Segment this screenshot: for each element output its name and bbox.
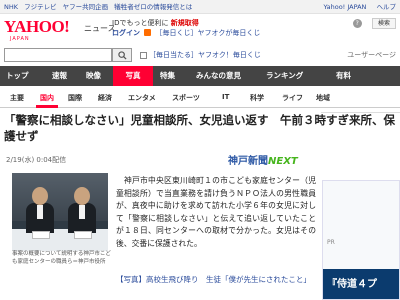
photo-head-right <box>74 187 90 205</box>
yahoo-japan-link[interactable]: Yahoo! JAPAN <box>324 3 367 11</box>
login-line: ログイン ［毎日くじ］ヤフオクが毎日くじ <box>112 28 260 38</box>
tab-domestic[interactable]: 国内 <box>40 93 54 103</box>
article-body: 神戸市中央区東川崎町１の市こども家庭センター（児童相談所）で当直業務を請け負うＮ… <box>116 176 316 248</box>
sidebar-ad[interactable]: PR 『侍道４プ <box>322 180 400 300</box>
yahoo-logo[interactable]: YAHOO! <box>4 18 70 35</box>
register-link[interactable]: 新規取得 <box>171 19 199 27</box>
id-promo-text: IDでもっと便利に <box>112 19 169 27</box>
photo-nameplate-left <box>32 231 50 239</box>
promo-link-text: ［毎日当たる］ヤフオク！毎日くじ <box>149 51 261 59</box>
header-search-button[interactable]: 検索 <box>372 18 396 29</box>
top-news-links: NHK フジテレビ ヤフー共同企画 犠牲者ゼロの情報発信とは <box>4 0 196 14</box>
tab-main[interactable]: 主要 <box>10 93 24 103</box>
active-tab-indicator <box>36 105 58 108</box>
logo-subtext: JAPAN <box>10 36 30 42</box>
id-promo: IDでもっと便利に 新規取得 ログイン ［毎日くじ］ヤフオクが毎日くじ <box>112 18 260 38</box>
login-link[interactable]: ログイン <box>112 29 140 37</box>
publisher-tag: NEXT <box>268 156 298 167</box>
article-headline: 「警察に相談しなさい」児童相談所、女児追い返す 午前３時すぎ来所、保護せず <box>4 113 395 143</box>
tab-local[interactable]: 地域 <box>316 93 330 103</box>
top-link-joint-project[interactable]: ヤフー共同企画 <box>63 3 109 11</box>
ad-banner[interactable]: 『侍道４プ <box>323 269 399 299</box>
photo-caption: 事案の概要について説明する神戸市こども家庭センターの職員ら＝神戸市役所 <box>12 251 111 265</box>
nav-item-opinions[interactable]: みんなの意見 <box>196 66 241 86</box>
nav-item-photos[interactable]: 写真 <box>113 66 153 86</box>
nav-item-top[interactable]: トップ <box>6 66 29 86</box>
user-page-link[interactable]: ユーザーページ <box>347 50 396 60</box>
nav-item-video[interactable]: 映像 <box>86 66 101 86</box>
nav-item-breaking[interactable]: 速報 <box>52 66 67 86</box>
search-button[interactable] <box>112 48 132 62</box>
main-nav: トップ 速報 映像 写真 特集 みんなの意見 ランキング 有料 <box>0 66 400 86</box>
search-icon <box>117 51 127 60</box>
daily-lottery-link[interactable]: ［毎日くじ］ヤフオクが毎日くじ <box>155 29 260 37</box>
top-right-links: Yahoo! JAPAN ヘルプ <box>316 0 396 14</box>
photo-shirt-right <box>79 205 85 219</box>
photo-head-left <box>32 187 48 205</box>
promo-link[interactable]: ［毎日当たる］ヤフオク！毎日くじ <box>140 50 261 60</box>
header: YAHOO! JAPAN ニュース IDでもっと便利に 新規取得 ログイン ［毎… <box>0 14 400 46</box>
nav-item-paid[interactable]: 有料 <box>336 66 351 86</box>
top-utility-bar: NHK フジテレビ ヤフー共同企画 犠牲者ゼロの情報発信とは Yahoo! JA… <box>0 0 400 14</box>
top-link-nhk[interactable]: NHK <box>4 3 18 11</box>
tab-entertainment[interactable]: エンタメ <box>128 93 156 103</box>
promo-icon <box>140 51 147 59</box>
header-tools: ? 検索 <box>352 18 396 29</box>
search-row: ［毎日当たる］ヤフオク！毎日くじ ユーザーページ <box>0 46 400 64</box>
tab-economy[interactable]: 経済 <box>98 93 112 103</box>
tab-life[interactable]: ライフ <box>282 93 303 103</box>
photo-shirt-left <box>37 205 43 219</box>
tab-international[interactable]: 国際 <box>68 93 82 103</box>
sidebar-divider <box>321 112 400 113</box>
top-link-feature[interactable]: 犠牲者ゼロの情報発信とは <box>114 3 192 11</box>
related-photo-link[interactable]: 【写真】高校生飛び降り 生徒「僕が先生にされたこと」 <box>116 274 316 285</box>
article-photo[interactable] <box>12 173 108 251</box>
tab-it[interactable]: IT <box>222 93 229 101</box>
help-icon[interactable]: ? <box>352 19 362 28</box>
pr-badge: PR <box>327 239 335 246</box>
publisher-name: 神戸新聞 <box>228 156 268 167</box>
category-subnav: 主要 国内 国際 経済 エンタメ スポーツ IT 科学 ライフ 地域 <box>0 86 400 108</box>
search-input[interactable] <box>4 48 112 62</box>
nav-item-ranking[interactable]: ランキング <box>266 66 303 86</box>
publisher-logo[interactable]: 神戸新聞NEXT <box>228 152 298 167</box>
tab-science[interactable]: 科学 <box>250 93 264 103</box>
gift-icon <box>144 29 152 36</box>
help-link[interactable]: ヘルプ <box>377 3 397 11</box>
section-label[interactable]: ニュース <box>84 23 116 34</box>
tab-sports[interactable]: スポーツ <box>172 93 200 103</box>
article-date: 2/19(水) 0:04配信 <box>6 156 67 164</box>
nav-item-features[interactable]: 特集 <box>160 66 175 86</box>
photo-nameplate-right <box>74 231 92 239</box>
top-link-fujitv[interactable]: フジテレビ <box>24 3 57 11</box>
id-promo-line: IDでもっと便利に 新規取得 <box>112 18 260 28</box>
